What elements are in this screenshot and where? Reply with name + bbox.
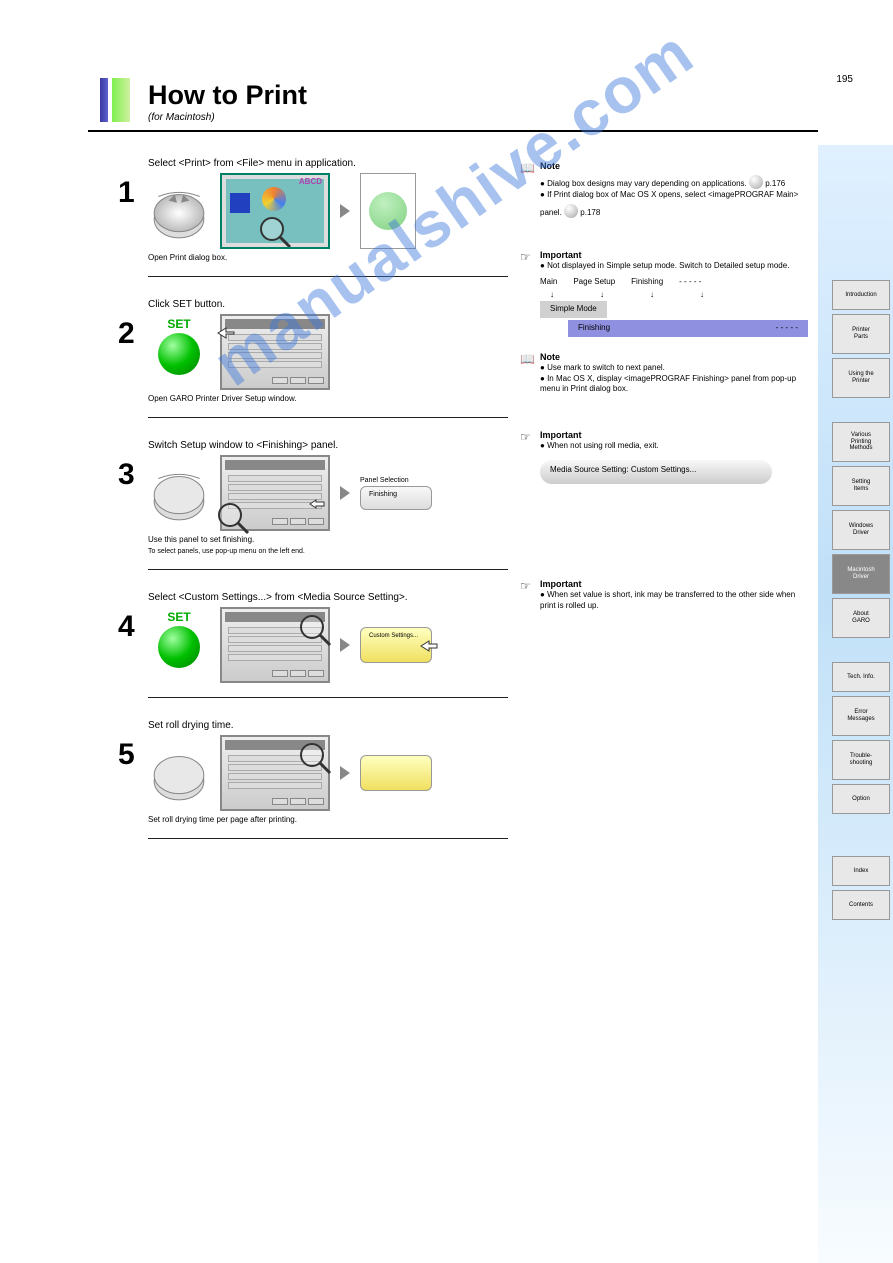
hand-cursor-icon	[308, 497, 326, 511]
page-subtitle: (for Macintosh)	[148, 112, 215, 123]
step-number: 5	[118, 738, 135, 772]
magnifier-icon	[216, 501, 250, 535]
media-source-chip: Media Source Setting: Custom Settings...	[540, 460, 772, 484]
print-output-icon	[360, 173, 416, 249]
important-title: Important	[540, 430, 582, 440]
important-block-2: ☞ Important ● When not using roll media,…	[520, 429, 808, 484]
step-caption: Open Print dialog box.	[148, 253, 508, 262]
set-button-icon	[158, 333, 200, 375]
step-label: Select <Print> from <File> menu in appli…	[148, 158, 508, 169]
tab-option[interactable]: Option	[832, 784, 890, 814]
tab-index[interactable]: Index	[832, 856, 890, 886]
arrow-icon	[340, 204, 350, 218]
set-label: SET	[148, 610, 210, 624]
tab-win[interactable]: WindowsDriver	[832, 510, 890, 550]
step-3: 3 Switch Setup window to <Finishing> pan…	[148, 440, 508, 570]
side-tabs: Introduction PrinterParts Using thePrint…	[832, 280, 890, 924]
arrow-icon	[340, 486, 350, 500]
important-icon: ☞	[520, 429, 531, 445]
tab-trouble[interactable]: Trouble-shooting	[832, 740, 890, 780]
step-extra: To select panels, use pop-up menu on the…	[148, 548, 508, 555]
set-label: SET	[148, 317, 210, 331]
note-text: ● Dialog box designs may vary depending …	[540, 172, 808, 218]
tab-garo[interactable]: AboutGARO	[832, 598, 890, 638]
step-5: 5 Set roll drying time. Set roll drying …	[148, 720, 508, 839]
step-number: 3	[118, 458, 135, 492]
tab-contents[interactable]: Contents	[832, 890, 890, 920]
step-label: Select <Custom Settings...> from <Media …	[148, 592, 508, 603]
hand-cursor-icon	[216, 326, 236, 340]
step-4: 4 Select <Custom Settings...> from <Medi…	[148, 592, 508, 698]
step-label: Set roll drying time.	[148, 720, 508, 731]
tab-mac[interactable]: MacintoshDriver	[832, 554, 890, 594]
tab-items[interactable]: SettingItems	[832, 466, 890, 506]
tab-using[interactable]: Using thePrinter	[832, 358, 890, 398]
step-number: 2	[118, 317, 135, 351]
tab-tech[interactable]: Tech. Info.	[832, 662, 890, 692]
page-title: How to Print	[148, 80, 307, 111]
tab-intro[interactable]: Introduction	[832, 280, 890, 310]
magnifier-icon	[298, 741, 332, 775]
mouse-dial-icon	[148, 180, 210, 242]
dialog-box-thumb	[220, 314, 330, 390]
magnifier-icon	[298, 613, 332, 647]
dialog-box-thumb	[220, 735, 330, 811]
important-title: Important	[540, 250, 582, 260]
step-caption: Open GARO Printer Driver Setup window.	[148, 394, 508, 403]
panel-chip: Finishing	[360, 486, 432, 510]
note-block-2: 📖 Note ● Use mark to switch to next pane…	[520, 351, 808, 396]
step-2: 2 Click SET button. SET Open GARO Printe…	[148, 299, 508, 418]
important-block-3: ☞ Important ● When set value is short, i…	[520, 578, 808, 612]
note-title: Note	[540, 161, 560, 171]
note-text: ● Use mark to switch to next panel. ● In…	[540, 363, 808, 395]
app-window-thumb: ABCD	[220, 173, 330, 249]
note-icon: 📖	[520, 160, 535, 176]
dialog-box-thumb	[220, 455, 330, 531]
note-title: Note	[540, 352, 560, 362]
important-text: ● When set value is short, ink may be tr…	[540, 590, 808, 612]
arrow-icon	[340, 638, 350, 652]
path-diagram: Main Page Setup Finishing - - - - - ↓↓↓↓…	[540, 277, 808, 336]
setting-chip	[360, 755, 432, 791]
bubble-icon[interactable]	[749, 175, 763, 189]
set-button-icon	[158, 626, 200, 668]
dialog-box-thumb	[220, 607, 330, 683]
magnifier-icon	[258, 215, 292, 249]
tab-various[interactable]: VariousPrintingMethods	[832, 422, 890, 462]
tab-error[interactable]: ErrorMessages	[832, 696, 890, 736]
important-text: ● Not displayed in Simple setup mode. Sw…	[540, 261, 808, 272]
page-number: 195	[836, 74, 853, 85]
mouse-dial-icon	[148, 742, 210, 804]
custom-settings-chip: Custom Settings...	[360, 627, 432, 663]
hand-cursor-icon	[419, 638, 439, 654]
tab-parts[interactable]: PrinterParts	[832, 314, 890, 354]
important-text: ● When not using roll media, exit.	[540, 441, 808, 452]
bubble-icon[interactable]	[564, 204, 578, 218]
important-title: Important	[540, 579, 582, 589]
step-number: 1	[118, 176, 135, 210]
step-1: 1 Select <Print> from <File> menu in app…	[148, 158, 508, 277]
arrow-icon	[340, 766, 350, 780]
important-icon: ☞	[520, 578, 531, 594]
step-label: Switch Setup window to <Finishing> panel…	[148, 440, 508, 451]
popup-title: Panel Selection	[360, 477, 432, 484]
mouse-dial-icon	[148, 462, 210, 524]
step-caption: Set roll drying time per page after prin…	[148, 815, 508, 824]
step-caption: Use this panel to set finishing.	[148, 535, 508, 544]
important-icon: ☞	[520, 249, 531, 265]
step-label: Click SET button.	[148, 299, 508, 310]
note-icon: 📖	[520, 351, 535, 367]
important-block-1: ☞ Important ● Not displayed in Simple se…	[520, 249, 808, 337]
step-number: 4	[118, 610, 135, 644]
note-block-1: 📖 Note ● Dialog box designs may vary dep…	[520, 160, 808, 219]
